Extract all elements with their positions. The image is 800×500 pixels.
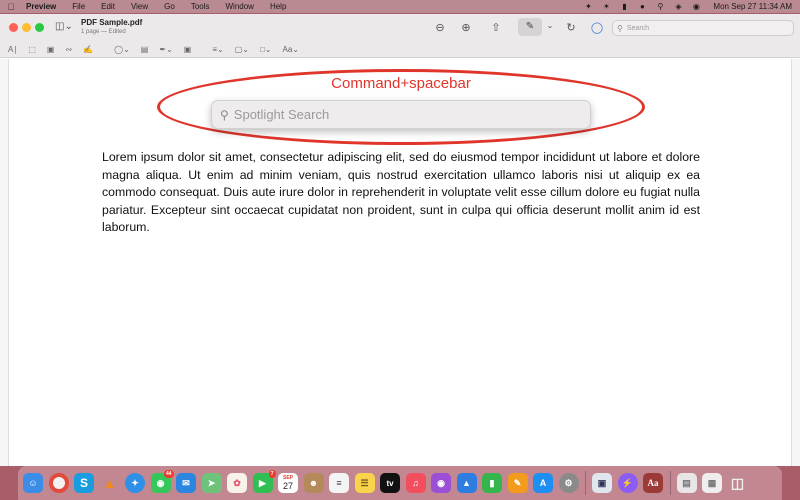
- document-title[interactable]: PDF Sample.pdf: [81, 18, 142, 27]
- reminders-icon[interactable]: ≡: [329, 473, 349, 493]
- photos-icon[interactable]: ✿: [227, 473, 247, 493]
- music-icon[interactable]: ♫: [405, 473, 426, 493]
- dock: ☺ S ▲ ✦ ◉ 44 ✉ ➤ ✿ ▶ 7 SEP 27 ☻ ≡ ☰ tv ♫ ◉…: [18, 466, 782, 500]
- annotation-label: Command+spacebar: [331, 75, 471, 92]
- contacts-icon[interactable]: ☻: [303, 473, 324, 493]
- draw-icon[interactable]: ✍: [83, 45, 93, 54]
- pages-icon[interactable]: ✎: [507, 473, 528, 493]
- facetime-icon[interactable]: ▶ 7: [252, 470, 276, 493]
- menu-app-name[interactable]: Preview: [22, 2, 64, 11]
- app-store-icon[interactable]: A: [533, 473, 553, 493]
- trash-icon[interactable]: ◫: [728, 473, 748, 493]
- notes-icon[interactable]: ☰: [354, 473, 375, 493]
- dictionary-label: Aa: [647, 478, 659, 488]
- slack-status-icon[interactable]: ✦: [579, 2, 597, 11]
- messages-badge: 44: [163, 470, 174, 478]
- menu-window[interactable]: Window: [218, 2, 262, 11]
- preview-window: ◫⌄ PDF Sample.pdf 1 page — Edited ⊖ ⊕ ⇧ …: [0, 14, 800, 466]
- status-area: ✦ ✶ ▮ ● ⚲ ◈ ◉ Mon Sep 27 11:34 AM: [579, 2, 800, 11]
- menu-edit[interactable]: Edit: [93, 2, 123, 11]
- menu-view[interactable]: View: [123, 2, 156, 11]
- menu-go[interactable]: Go: [156, 2, 183, 11]
- calendar-icon[interactable]: SEP 27: [278, 473, 298, 493]
- preview-icon[interactable]: ▣: [592, 473, 612, 493]
- text-style-icon[interactable]: Aa⌄: [283, 45, 300, 54]
- shape-style-icon[interactable]: ≡⌄: [212, 45, 223, 54]
- safari-icon[interactable]: ✦: [125, 473, 145, 493]
- numbers-icon[interactable]: ▮: [482, 473, 502, 493]
- annotate-circle-icon[interactable]: ◯: [589, 21, 605, 34]
- pdf-page[interactable]: Command+spacebar ⚲ Spotlight Search Lore…: [8, 59, 792, 466]
- dock-separator: [585, 471, 586, 495]
- sidebar-toggle-icon[interactable]: ◫⌄: [55, 21, 73, 32]
- system-preferences-icon[interactable]: ⚙: [558, 473, 579, 493]
- skype-icon[interactable]: S: [74, 473, 94, 493]
- spotlight-search-field[interactable]: ⚲ Spotlight Search: [211, 100, 591, 129]
- menu-clock[interactable]: Mon Sep 27 11:34 AM: [705, 2, 792, 11]
- maps-icon[interactable]: ➤: [201, 473, 222, 493]
- border-color-icon[interactable]: ▢⌄: [235, 45, 249, 54]
- zoom-window-button[interactable]: [35, 23, 44, 32]
- appletv-label: tv: [386, 478, 394, 488]
- text-selection-icon[interactable]: A∣: [8, 45, 17, 54]
- vlc-icon[interactable]: ▲: [100, 473, 120, 493]
- markup-pen-button[interactable]: ✎: [518, 18, 542, 36]
- appletv-icon[interactable]: tv: [380, 473, 400, 493]
- bluetooth-icon[interactable]: ✶: [597, 2, 615, 11]
- shapes-icon[interactable]: ◯⌄: [114, 45, 130, 54]
- sign-icon[interactable]: ✒⌄: [159, 45, 172, 54]
- siri-icon[interactable]: ◉: [687, 2, 705, 11]
- wifi-icon[interactable]: ●: [633, 2, 651, 11]
- chrome-icon[interactable]: [48, 473, 69, 493]
- document-body-text: Lorem ipsum dolor sit amet, consectetur …: [102, 150, 700, 235]
- rect-selection-icon[interactable]: ⬚: [28, 45, 36, 54]
- podcasts-icon[interactable]: ◉: [431, 473, 451, 493]
- menu-help[interactable]: Help: [262, 2, 294, 11]
- downloads-stack-icon[interactable]: ▦: [702, 473, 722, 493]
- minimize-window-button[interactable]: [22, 23, 31, 32]
- menu-file[interactable]: File: [64, 2, 93, 11]
- dock-separator: [669, 471, 671, 495]
- share-icon[interactable]: ⇧: [488, 21, 504, 34]
- battery-icon[interactable]: ▮: [615, 2, 633, 11]
- finder-icon[interactable]: ☺: [23, 473, 43, 493]
- markup-toolbar: A∣ ⬚ ▣ ∾ ✍ ◯⌄ ▤ ✒⌄ ▣ ≡⌄ ▢⌄ □⌄ Aa⌄: [0, 42, 800, 58]
- messenger-icon[interactable]: ⚡: [617, 473, 638, 493]
- search-icon: ⚲: [617, 23, 623, 33]
- search-status-icon[interactable]: ⚲: [651, 2, 669, 11]
- search-icon: ⚲: [220, 107, 229, 122]
- facetime-badge: 7: [268, 470, 276, 478]
- calendar-day: 27: [282, 481, 293, 491]
- control-center-icon[interactable]: ◈: [669, 2, 687, 11]
- sketch-icon[interactable]: ∾: [65, 45, 72, 54]
- menu-bar:  Preview File Edit View Go Tools Window…: [0, 0, 800, 13]
- title-bar: ◫⌄ PDF Sample.pdf 1 page — Edited ⊖ ⊕ ⇧ …: [0, 14, 800, 42]
- text-box-icon[interactable]: ▤: [141, 45, 149, 54]
- search-input[interactable]: ⚲ Search: [612, 20, 794, 36]
- zoom-out-icon[interactable]: ⊖: [432, 21, 448, 34]
- close-window-button[interactable]: [9, 23, 18, 32]
- spotlight-placeholder: Spotlight Search: [233, 107, 330, 122]
- document-area[interactable]: Command+spacebar ⚲ Spotlight Search Lore…: [0, 59, 800, 466]
- search-placeholder: Search: [626, 24, 650, 32]
- note-icon[interactable]: ▣: [184, 45, 192, 54]
- fill-color-icon[interactable]: □⌄: [260, 45, 272, 54]
- keynote-icon[interactable]: ▲: [456, 473, 477, 493]
- zoom-in-icon[interactable]: ⊕: [458, 21, 474, 34]
- menu-tools[interactable]: Tools: [183, 2, 218, 11]
- stack-folder-icon[interactable]: ▤: [676, 473, 697, 493]
- markup-dropdown-icon[interactable]: ⌄: [542, 21, 558, 30]
- messages-icon[interactable]: ◉ 44: [150, 470, 174, 493]
- mail-icon[interactable]: ✉: [176, 473, 196, 493]
- redact-icon[interactable]: ▣: [47, 45, 55, 54]
- dictionary-icon[interactable]: Aa: [643, 473, 663, 493]
- apple-menu-icon[interactable]: : [0, 2, 22, 12]
- document-subtitle: 1 page — Edited: [81, 29, 126, 35]
- rotate-icon[interactable]: ↻: [563, 21, 579, 34]
